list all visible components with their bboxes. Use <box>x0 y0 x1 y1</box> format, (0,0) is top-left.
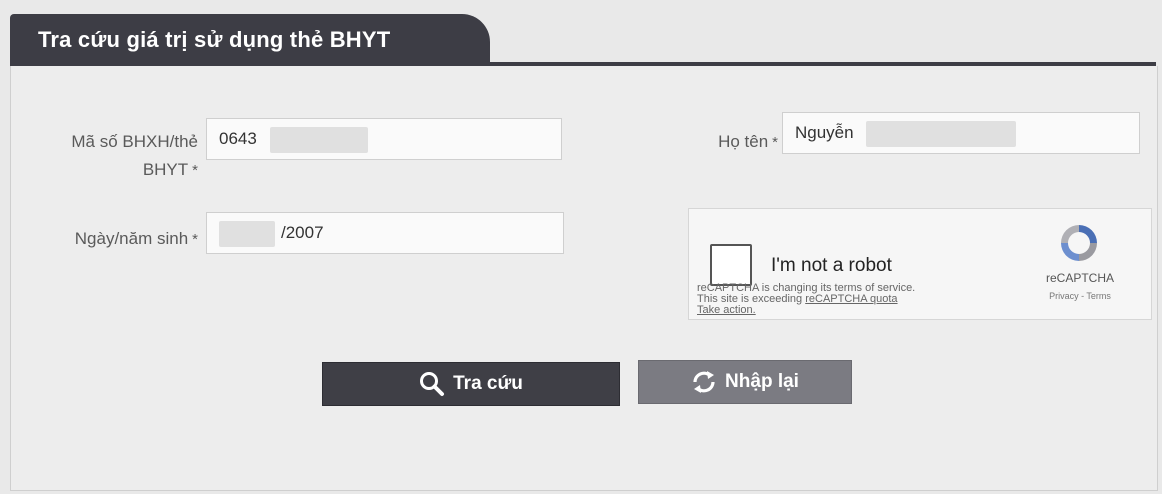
search-button-label: Tra cứu <box>453 373 523 394</box>
take-action-link[interactable]: Take action. <box>697 304 756 316</box>
required-mark: * <box>772 134 778 151</box>
birth-date-field[interactable]: /2007 <box>206 212 564 254</box>
full-name-label-wrap: Họ tên * <box>668 128 778 157</box>
birth-date-value: /2007 <box>281 223 324 242</box>
insurance-number-label: Mã số BHXH/thẻ BHYT * <box>30 128 198 185</box>
required-mark: * <box>192 162 198 179</box>
recaptcha-brand: reCAPTCHA <box>1045 271 1114 285</box>
page-title: Tra cứu giá trị sử dụng thẻ BHYT <box>38 27 391 52</box>
full-name-label: Họ tên <box>718 132 769 151</box>
recaptcha-notice: reCAPTCHA is changing its terms of servi… <box>697 283 915 316</box>
reset-button-label: Nhập lại <box>725 371 799 392</box>
birth-date-label-wrap: Ngày/năm sinh * <box>30 225 198 254</box>
redacted-block <box>866 120 1017 147</box>
reset-button[interactable]: Nhập lại <box>638 360 852 404</box>
search-icon <box>420 372 445 396</box>
recaptcha-label: I'm not a robot <box>771 255 892 276</box>
recaptcha-privacy-terms[interactable]: Privacy - Terms <box>1035 291 1125 301</box>
insurance-number-label-line2: BHYT <box>142 160 189 179</box>
recaptcha-widget: I'm not a robot reCAPTCHA is changing it… <box>688 208 1152 320</box>
required-mark: * <box>192 231 198 248</box>
insurance-number-value: 0643 <box>219 129 257 148</box>
birth-date-label: Ngày/năm sinh <box>74 229 189 248</box>
insurance-number-field[interactable]: 0643 <box>206 118 562 160</box>
insurance-number-label-line1: Mã số BHXH/thẻ <box>71 132 198 151</box>
recaptcha-logo-icon <box>1061 225 1097 261</box>
search-button[interactable]: Tra cứu <box>322 362 620 406</box>
full-name-field[interactable]: Nguyễn <box>782 112 1140 154</box>
insurance-number-label-line2-wrap: BHYT * <box>30 156 198 185</box>
redacted-block <box>269 126 368 153</box>
recaptcha-checkbox[interactable] <box>710 244 752 286</box>
page-header-tab: Tra cứu giá trị sử dụng thẻ BHYT <box>10 14 490 66</box>
full-name-value: Nguyễn <box>795 123 854 142</box>
quota-link[interactable]: reCAPTCHA quota <box>805 293 897 305</box>
redacted-block <box>219 220 275 247</box>
refresh-icon <box>693 371 715 393</box>
